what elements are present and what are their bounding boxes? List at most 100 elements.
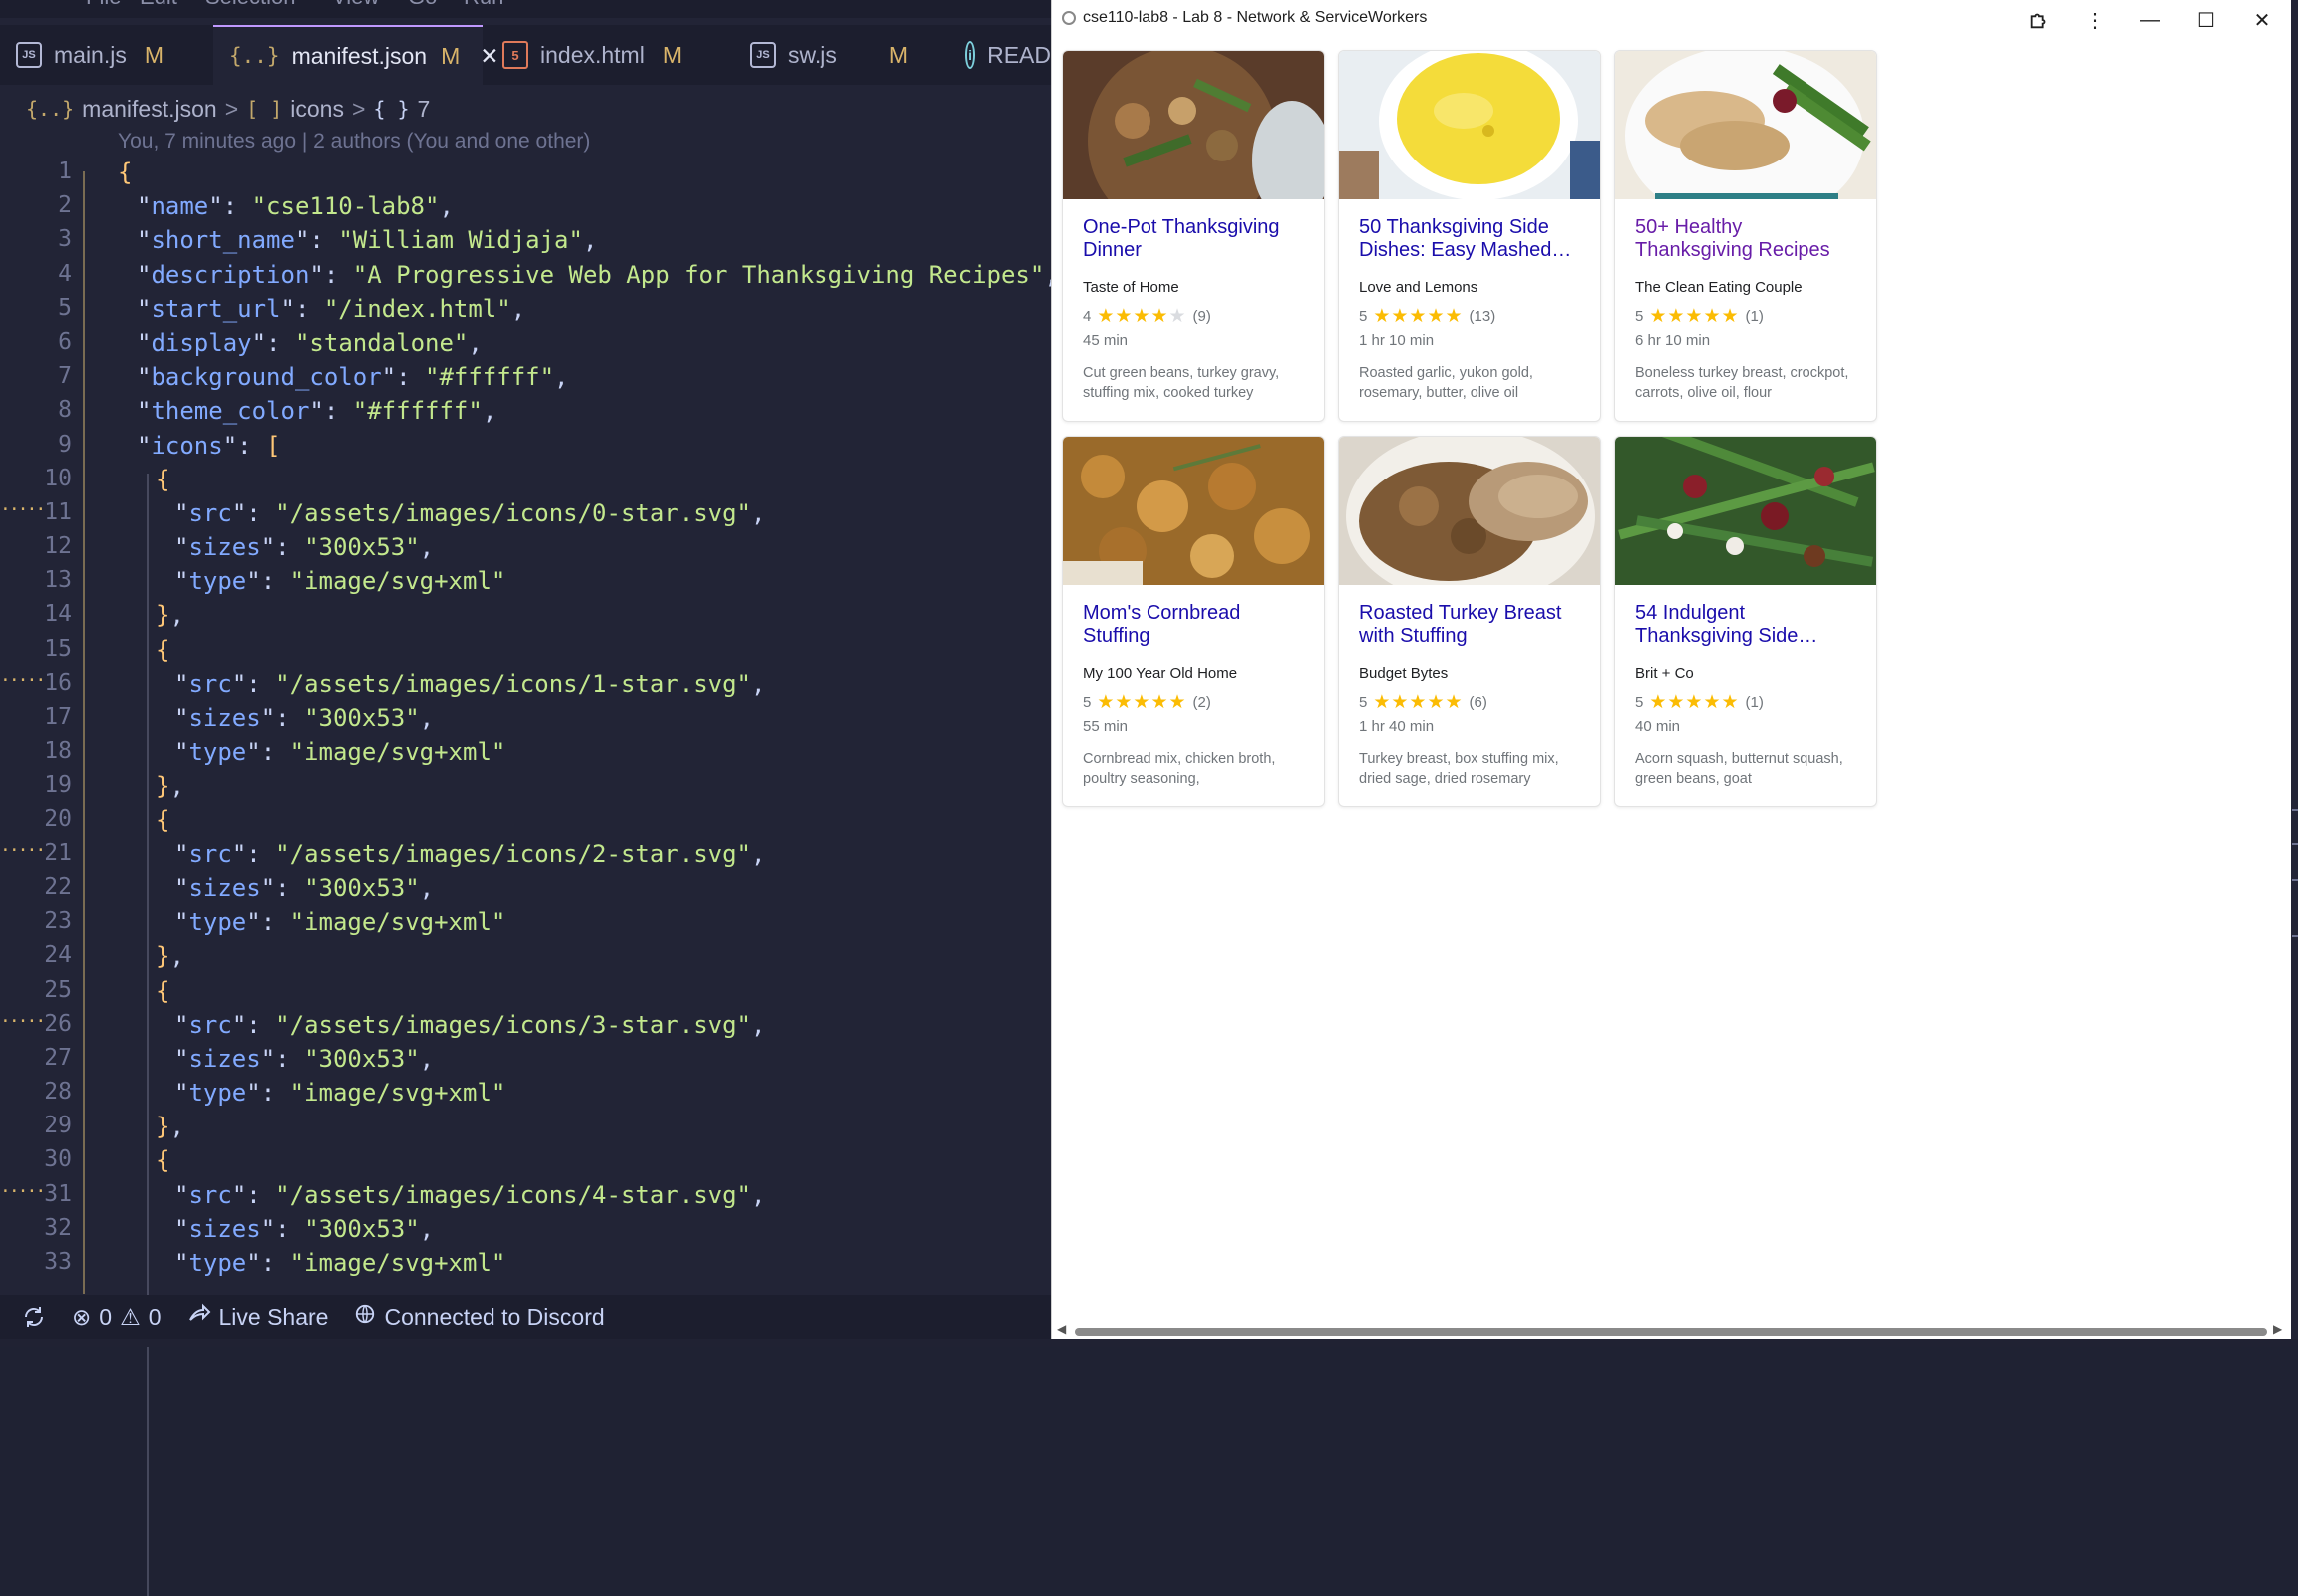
code-line[interactable]: 10 {: [0, 464, 1051, 497]
code-line[interactable]: ····· 31 "src": "/assets/images/icons/4-st…: [0, 1179, 1051, 1213]
recipe-card[interactable]: Roasted Turkey Breast with Stuffing Budge…: [1338, 436, 1601, 807]
code-line[interactable]: 5 "start_url": "/index.html",: [0, 293, 1051, 327]
more-menu-icon[interactable]: ⋮: [2079, 6, 2111, 34]
code-line[interactable]: 30 {: [0, 1144, 1051, 1178]
extensions-icon[interactable]: [2023, 6, 2055, 34]
code-line[interactable]: 4 "description": "A Progressive Web App f…: [0, 259, 1059, 293]
code-line[interactable]: 28 "type": "image/svg+xml": [0, 1077, 1051, 1111]
menu-view[interactable]: View: [332, 0, 379, 10]
problems-indicator[interactable]: ⊗ 0 ⚠ 0: [72, 1304, 162, 1331]
tab-readme[interactable]: i READ: [949, 25, 1051, 85]
minimize-icon[interactable]: —: [2134, 6, 2166, 34]
window-titlebar[interactable]: cse110-lab8 - Lab 8 - Network & ServiceW…: [1052, 0, 2292, 40]
code-text: "src": "/assets/images/icons/1-star.svg"…: [174, 670, 765, 698]
code-line[interactable]: ····· 21 "src": "/assets/images/icons/2-st…: [0, 838, 1051, 872]
code-line[interactable]: ····· 11 "src": "/assets/images/icons/0-st…: [0, 497, 1051, 531]
code-text: "short_name": "William Widjaja",: [137, 226, 597, 254]
recipe-photo[interactable]: [1615, 51, 1877, 199]
recipe-photo[interactable]: [1339, 51, 1601, 199]
horizontal-scrollbar[interactable]: ◀ ▶: [1055, 1322, 2287, 1337]
status-bar: ⊗ 0 ⚠ 0 Live Share Connected to Discord: [0, 1295, 1051, 1339]
recipe-photo[interactable]: [1615, 437, 1877, 585]
close-window-icon[interactable]: ✕: [2246, 6, 2278, 34]
code-token: ":: [280, 294, 324, 323]
code-line[interactable]: 1{: [0, 157, 1051, 190]
star-rating-icon: ★★★★★: [1373, 692, 1464, 713]
recipe-photo[interactable]: [1339, 437, 1601, 585]
code-line[interactable]: 3 "short_name": "William Widjaja",: [0, 224, 1051, 258]
code-token: "300x53": [304, 1214, 420, 1243]
code-line[interactable]: 6 "display": "standalone",: [0, 327, 1051, 361]
recipe-title-link[interactable]: Mom's Cornbread Stuffing: [1083, 602, 1312, 648]
code-line[interactable]: 8 "theme_color": "#ffffff",: [0, 395, 1051, 429]
breadcrumb-file[interactable]: manifest.json: [82, 96, 217, 123]
code-token: ": [174, 669, 189, 698]
recipe-card[interactable]: One-Pot Thanksgiving Dinner Taste of Home…: [1062, 50, 1325, 422]
scroll-right-icon[interactable]: ▶: [2273, 1322, 2282, 1336]
scroll-left-icon[interactable]: ◀: [1057, 1322, 1066, 1336]
code-editor: File Edit Selection View Go Run JS main.…: [0, 0, 1059, 1596]
code-line[interactable]: 33 "type": "image/svg+xml": [0, 1247, 1051, 1281]
code-line[interactable]: 2 "name": "cse110-lab8",: [0, 190, 1051, 224]
rating-value: 5: [1359, 694, 1368, 711]
menu-file[interactable]: File: [86, 0, 121, 10]
recipe-card[interactable]: Mom's Cornbread Stuffing My 100 Year Old …: [1062, 436, 1325, 807]
code-line[interactable]: 27 "sizes": "300x53",: [0, 1043, 1051, 1077]
menu-selection[interactable]: Selection: [205, 0, 296, 10]
maximize-icon[interactable]: ☐: [2190, 6, 2222, 34]
recipe-title-link[interactable]: 54 Indulgent Thanksgiving Side…: [1635, 602, 1864, 648]
code-line[interactable]: 18 "type": "image/svg+xml": [0, 736, 1051, 770]
code-line[interactable]: 32 "sizes": "300x53",: [0, 1213, 1051, 1247]
code-token: ": [137, 431, 152, 460]
recipe-ingredients: Roasted garlic, yukon gold, rosemary, bu…: [1359, 365, 1533, 401]
code-line[interactable]: 7 "background_color": "#ffffff",: [0, 361, 1051, 395]
menu-run[interactable]: Run: [464, 0, 503, 10]
recipe-card[interactable]: 54 Indulgent Thanksgiving Side… Brit + Co…: [1614, 436, 1877, 807]
recipe-card[interactable]: 50 Thanksgiving Side Dishes: Easy Mashed…: [1338, 50, 1601, 422]
code-text: "name": "cse110-lab8",: [137, 192, 454, 220]
code-line[interactable]: 13 "type": "image/svg+xml": [0, 565, 1051, 599]
recipe-title-link[interactable]: 50+ Healthy Thanksgiving Recipes: [1635, 216, 1864, 262]
code-line[interactable]: ····· 16 "src": "/assets/images/icons/1-st…: [0, 668, 1051, 702]
code-token: type: [188, 567, 247, 596]
recipe-title-link[interactable]: 50 Thanksgiving Side Dishes: Easy Mashed…: [1359, 216, 1588, 262]
code-token: ,: [169, 772, 184, 800]
code-line[interactable]: 29},: [0, 1111, 1051, 1144]
tab-index-html[interactable]: 5 index.html M: [487, 25, 736, 85]
code-line[interactable]: 25 {: [0, 975, 1051, 1009]
menu-go[interactable]: Go: [408, 0, 437, 10]
tab-sw-js[interactable]: JS sw.js M: [734, 25, 943, 85]
code-line[interactable]: 22 "sizes": "300x53",: [0, 872, 1051, 906]
code-line[interactable]: 14},: [0, 599, 1051, 633]
code-line[interactable]: 9 "icons": [: [0, 430, 1051, 464]
recipe-photo[interactable]: [1063, 437, 1325, 585]
code-line[interactable]: 20 {: [0, 804, 1051, 838]
live-share-button[interactable]: Live Share: [187, 1302, 328, 1332]
breadcrumb-object[interactable]: 7: [418, 96, 431, 123]
recipe-photo[interactable]: [1063, 51, 1325, 199]
code-token: ": [174, 1079, 189, 1108]
recipe-title-link[interactable]: One-Pot Thanksgiving Dinner: [1083, 216, 1312, 262]
recipe-title-link[interactable]: Roasted Turkey Breast with Stuffing: [1359, 602, 1588, 648]
code-token: description: [151, 260, 310, 289]
code-line[interactable]: ····· 26 "src": "/assets/images/icons/3-st…: [0, 1009, 1051, 1043]
scrollbar-thumb[interactable]: [1075, 1328, 2267, 1336]
tab-manifest-json[interactable]: {..} manifest.json M ✕: [213, 25, 499, 85]
git-blame-lens[interactable]: You, 7 minutes ago | 2 authors (You and …: [118, 130, 590, 154]
code-token: src: [188, 839, 232, 868]
recipe-card[interactable]: 50+ Healthy Thanksgiving Recipes The Clea…: [1614, 50, 1877, 422]
code-area[interactable]: 1{2 "name": "cse110-lab8", 3 "short_name": …: [0, 157, 1059, 1281]
code-line[interactable]: 19},: [0, 770, 1051, 803]
tab-main-js[interactable]: JS main.js M: [0, 25, 209, 85]
sync-icon[interactable]: [22, 1305, 46, 1329]
code-line[interactable]: 23 "type": "image/svg+xml": [0, 906, 1051, 940]
code-token: ": [137, 363, 152, 392]
discord-status[interactable]: Connected to Discord: [354, 1303, 605, 1331]
menu-edit[interactable]: Edit: [140, 0, 177, 10]
code-line[interactable]: 24},: [0, 940, 1051, 974]
code-token: short_name: [151, 226, 295, 255]
breadcrumb-icons[interactable]: icons: [290, 96, 344, 123]
code-line[interactable]: 17 "sizes": "300x53",: [0, 702, 1051, 736]
code-line[interactable]: 12 "sizes": "300x53",: [0, 531, 1051, 565]
code-line[interactable]: 15 {: [0, 634, 1051, 668]
